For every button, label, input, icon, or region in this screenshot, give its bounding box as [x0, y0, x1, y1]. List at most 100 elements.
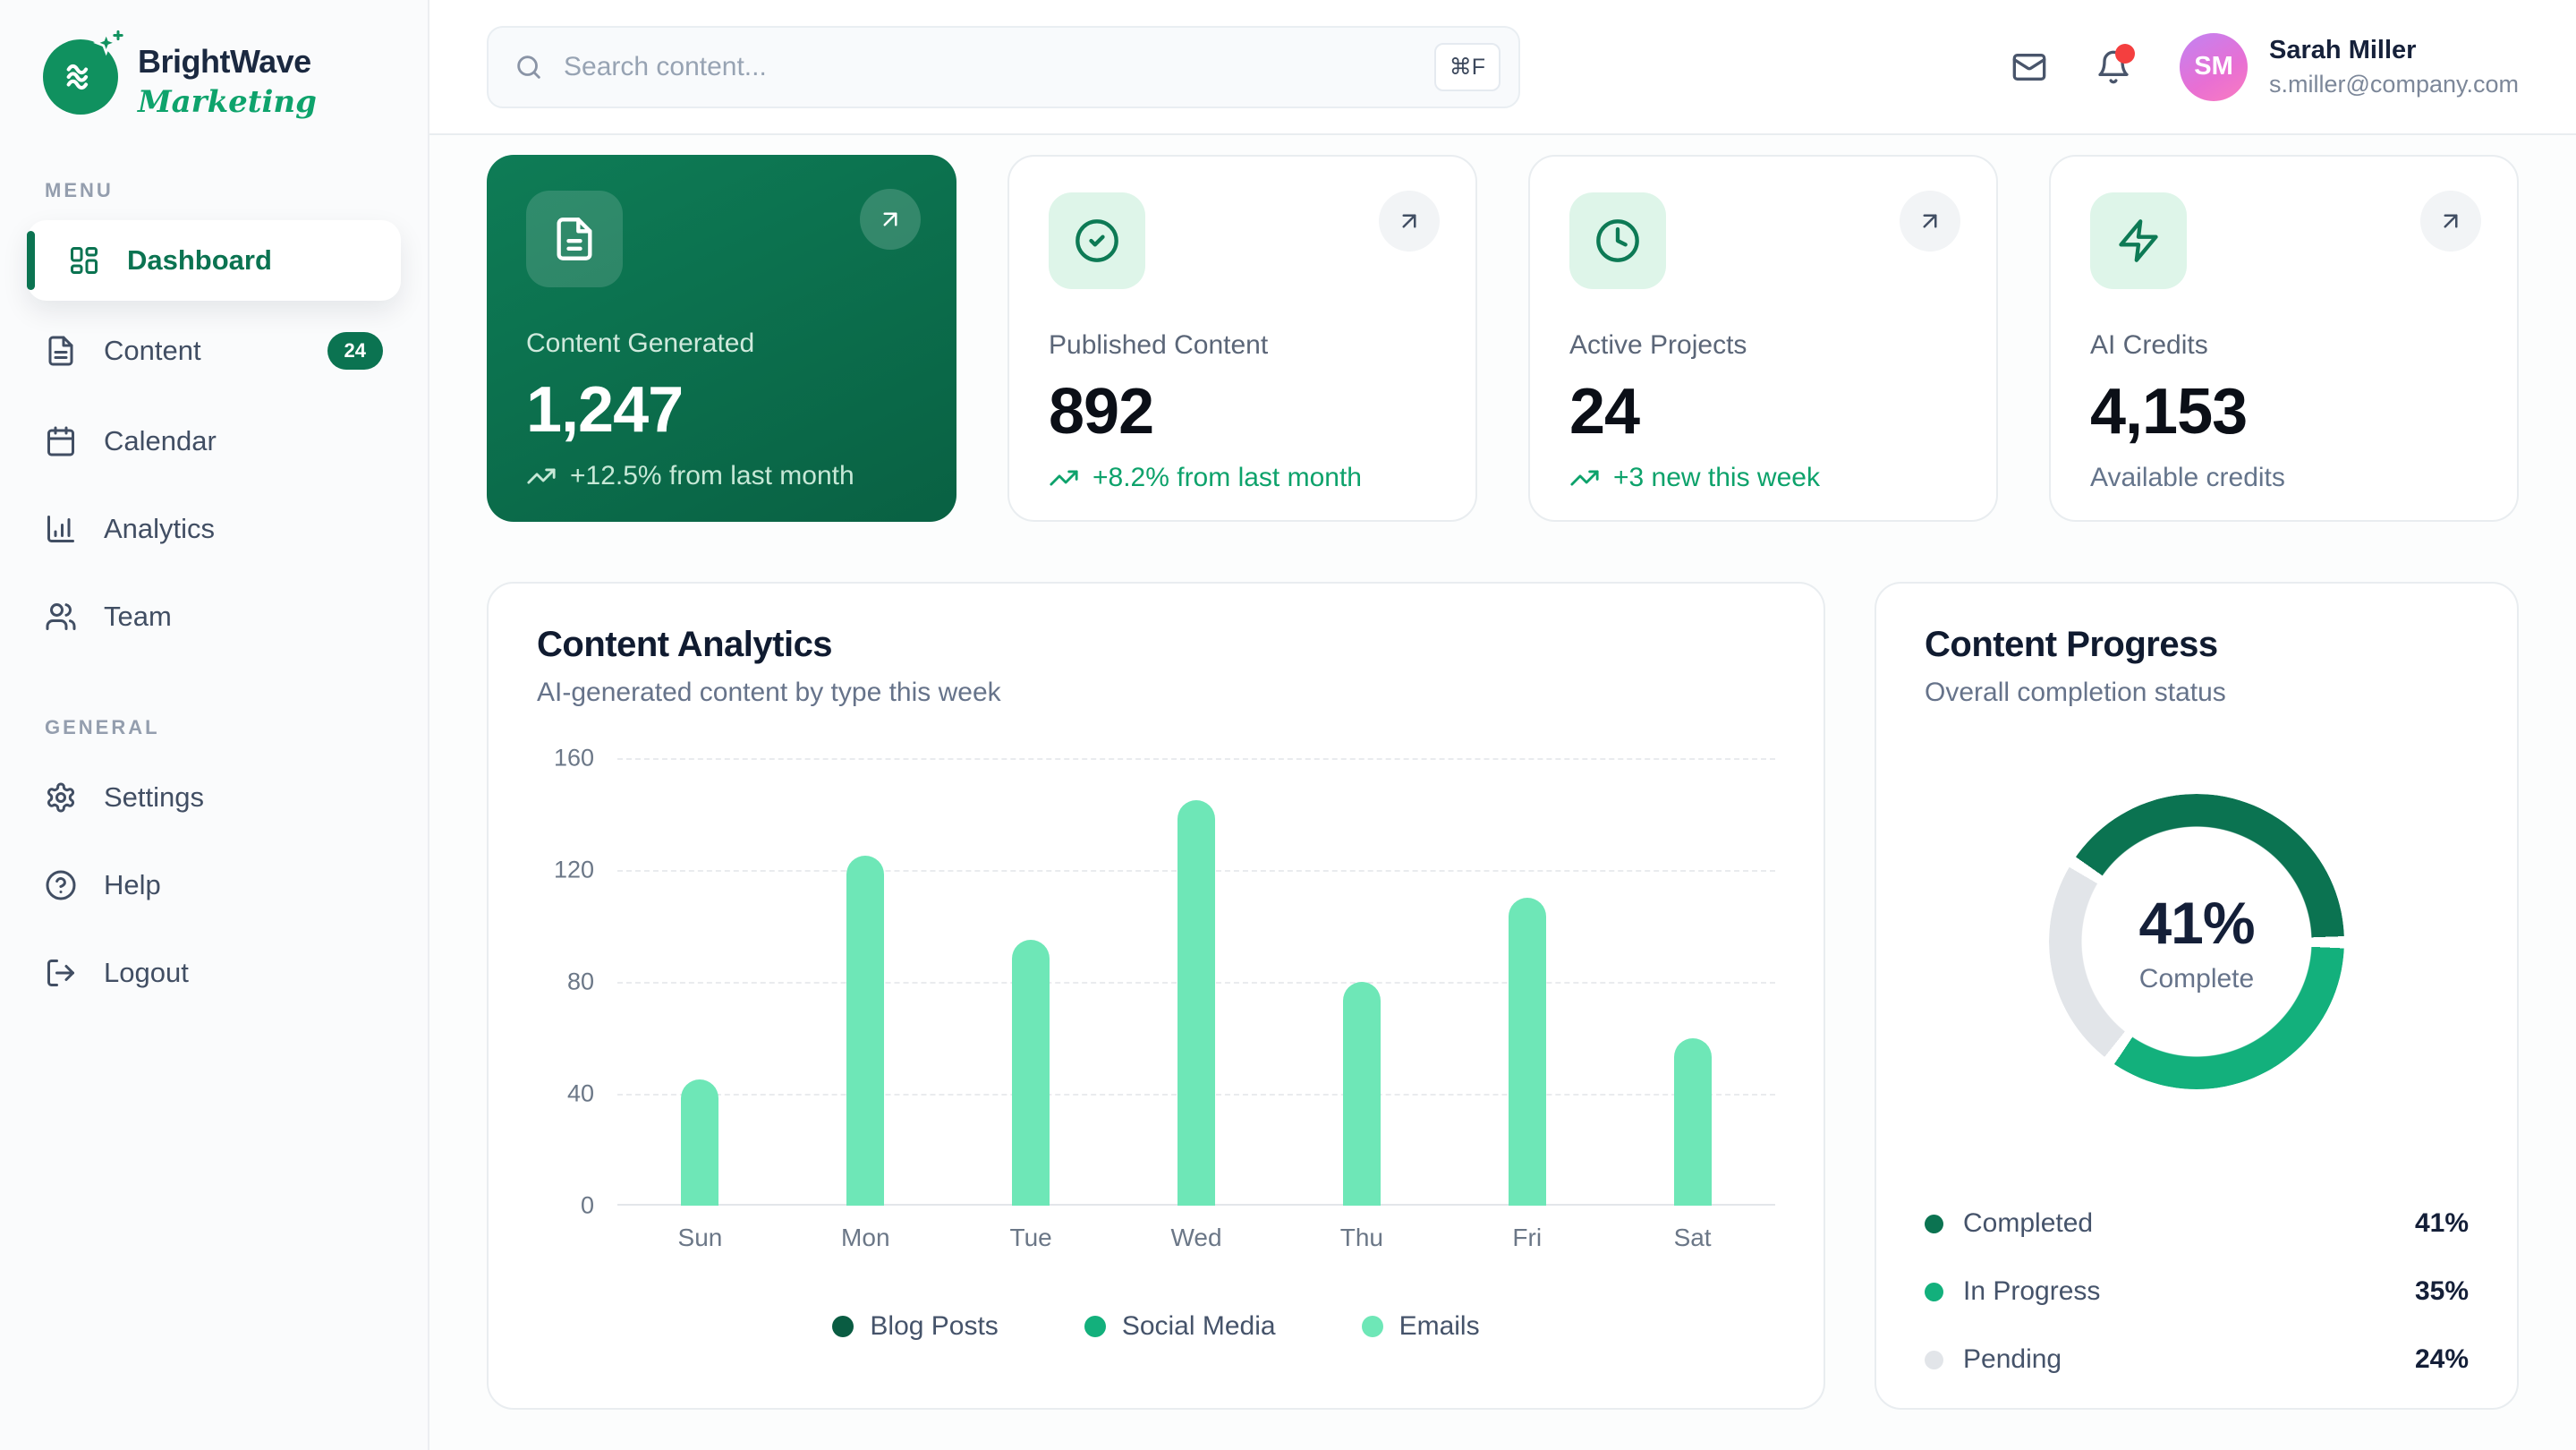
bar-sun[interactable]: [681, 1079, 718, 1206]
arrow-up-right-icon: [2437, 208, 2464, 235]
sidebar-item-label: Team: [104, 601, 172, 633]
panel-subtitle: AI-generated content by type this week: [537, 678, 1775, 708]
sparkle-icon: [91, 29, 127, 64]
donut-chart: 41% Complete: [2049, 794, 2344, 1089]
x-tick-label: Sat: [1610, 1224, 1775, 1252]
stat-open-button[interactable]: [2420, 191, 2481, 252]
file-text-icon: [45, 335, 77, 367]
logout-icon: [45, 957, 77, 989]
help-circle-icon: [45, 869, 77, 901]
sidebar-item-dashboard[interactable]: Dashboard: [27, 220, 401, 301]
sidebar-item-calendar[interactable]: Calendar: [27, 401, 401, 482]
legend-dot: [1925, 1351, 1943, 1369]
legend-label: Blog Posts: [870, 1311, 998, 1342]
bar-column: [948, 758, 1114, 1206]
sidebar-item-content[interactable]: Content 24: [27, 308, 401, 394]
avatar: SM: [2180, 33, 2248, 101]
user-menu[interactable]: SM Sarah Miller s.miller@company.com: [2180, 33, 2519, 101]
sidebar-item-logout[interactable]: Logout: [27, 933, 401, 1013]
user-email: s.miller@company.com: [2269, 71, 2519, 98]
x-tick-label: Sun: [617, 1224, 783, 1252]
legend-label: Social Media: [1122, 1311, 1276, 1342]
sidebar-item-label: Settings: [104, 781, 204, 814]
mail-icon: [2011, 49, 2047, 85]
arrow-up-right-icon: [1396, 208, 1423, 235]
legend-value: 41%: [2415, 1208, 2469, 1239]
stat-open-button[interactable]: [1379, 191, 1440, 252]
charts-row: Content Analytics AI-generated content b…: [487, 582, 2519, 1410]
legend-label: In Progress: [1963, 1276, 2100, 1307]
bar-mon[interactable]: [846, 856, 884, 1206]
stat-open-button[interactable]: [1900, 191, 1960, 252]
content-analytics-panel: Content Analytics AI-generated content b…: [487, 582, 1825, 1410]
stat-trend: +8.2% from last month: [1049, 463, 1436, 493]
search-bar[interactable]: ⌘F: [487, 26, 1520, 108]
x-tick-label: Tue: [948, 1224, 1114, 1252]
clock-icon: [1594, 218, 1641, 264]
stat-value: 1,247: [526, 373, 917, 447]
trending-up-icon: [1569, 463, 1600, 493]
progress-legend: Completed 41% In Progress 35% Pending24%: [1925, 1190, 2469, 1394]
stat-icon-tile: [1569, 192, 1666, 289]
bar-thu[interactable]: [1343, 982, 1381, 1206]
stat-icon-tile: [2090, 192, 2187, 289]
stat-card-ai-credits: AI Credits 4,153 Available credits: [2049, 155, 2519, 522]
user-name: Sarah Miller: [2269, 36, 2519, 65]
x-tick-label: Fri: [1444, 1224, 1610, 1252]
bar-tue[interactable]: [1012, 940, 1050, 1206]
stat-value: 892: [1049, 375, 1436, 448]
sidebar-item-help[interactable]: Help: [27, 845, 401, 925]
sidebar-item-analytics[interactable]: Analytics: [27, 489, 401, 569]
y-tick-label: 40: [567, 1080, 594, 1108]
bar-chart: 16012080400 SunMonTueWedThuFriSat: [537, 758, 1775, 1252]
x-tick-label: Thu: [1279, 1224, 1444, 1252]
x-axis-labels: SunMonTueWedThuFriSat: [617, 1224, 1775, 1252]
stat-trend: +12.5% from last month: [526, 461, 917, 491]
sidebar-item-settings[interactable]: Settings: [27, 757, 401, 838]
notification-dot: [2115, 44, 2135, 64]
x-tick-label: Mon: [783, 1224, 948, 1252]
bar-column: [617, 758, 783, 1206]
trending-up-icon: [526, 461, 557, 491]
stat-value: 24: [1569, 375, 1957, 448]
gear-icon: [45, 781, 77, 814]
bar-fri[interactable]: [1509, 898, 1546, 1206]
donut-value: 41%: [2138, 889, 2254, 957]
legend-item: Emails: [1362, 1311, 1480, 1342]
progress-legend-row: In Progress 35%: [1925, 1258, 2469, 1326]
sidebar-item-label: Content: [104, 335, 201, 367]
legend-value: 24%: [2415, 1344, 2469, 1375]
legend-dot: [832, 1316, 854, 1337]
legend-item: Social Media: [1084, 1311, 1276, 1342]
stat-label: Active Projects: [1569, 330, 1957, 361]
arrow-up-right-icon: [877, 206, 904, 233]
messages-button[interactable]: [2011, 49, 2047, 85]
x-tick-label: Wed: [1114, 1224, 1279, 1252]
bar-sat[interactable]: [1674, 1038, 1712, 1207]
panel-title: Content Progress: [1925, 625, 2469, 665]
sidebar-item-label: Analytics: [104, 513, 215, 545]
y-tick-label: 0: [581, 1192, 594, 1220]
sidebar-item-label: Calendar: [104, 425, 217, 457]
y-tick-label: 120: [554, 857, 594, 884]
legend-label: Completed: [1963, 1208, 2093, 1239]
bars: [617, 758, 1775, 1206]
calendar-icon: [45, 425, 77, 457]
brand-logo-icon: [43, 39, 118, 115]
legend-value: 35%: [2415, 1276, 2469, 1307]
sidebar-item-label: Logout: [104, 957, 189, 989]
stat-open-button[interactable]: [860, 189, 921, 250]
brand-name: BrightWave: [138, 43, 317, 81]
bar-wed[interactable]: [1177, 800, 1215, 1206]
progress-legend-row: Pending24%: [1925, 1326, 2469, 1394]
file-text-icon: [551, 216, 598, 262]
bar-column: [1279, 758, 1444, 1206]
search-input[interactable]: [564, 52, 1415, 82]
y-tick-label: 160: [554, 745, 594, 772]
stat-label: AI Credits: [2090, 330, 2478, 361]
donut-label: Complete: [2139, 964, 2254, 994]
sidebar-item-team[interactable]: Team: [27, 576, 401, 657]
stat-trend: +3 new this week: [1569, 463, 1957, 493]
bar-column: [1610, 758, 1775, 1206]
notifications-button[interactable]: [2096, 49, 2131, 85]
